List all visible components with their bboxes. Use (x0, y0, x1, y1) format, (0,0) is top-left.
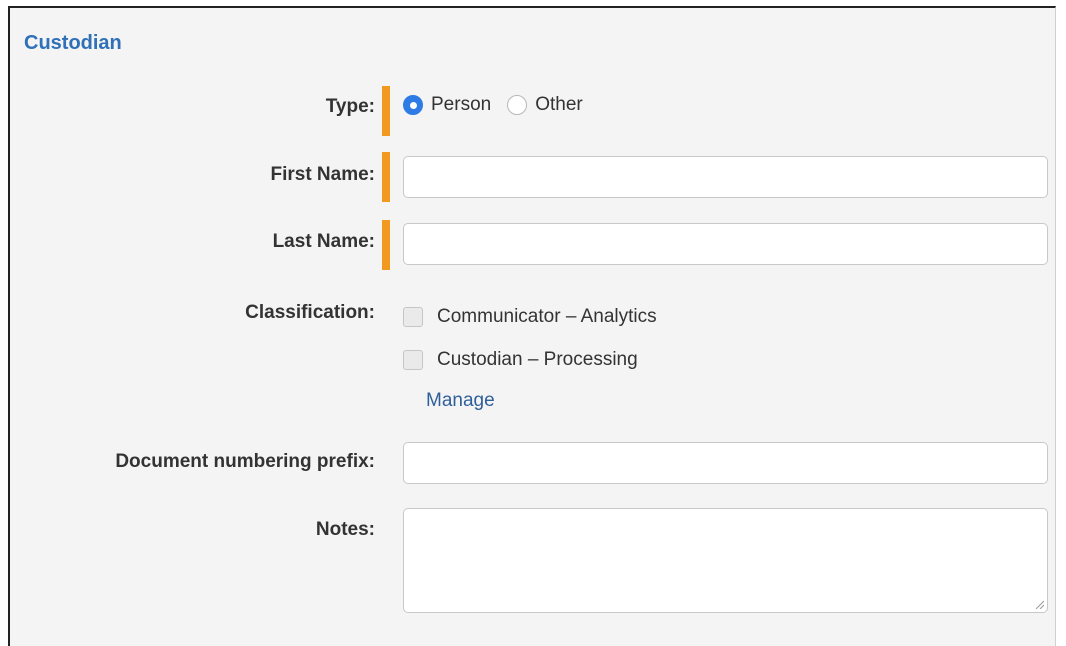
type-required-indicator (382, 86, 390, 136)
notes-label: Notes: (315, 519, 375, 540)
last-name-label: Last Name: (272, 231, 375, 252)
first-name-label: First Name: (270, 164, 375, 185)
notes-textarea[interactable] (403, 508, 1048, 613)
type-option-other[interactable]: Other (507, 94, 583, 116)
manage-link[interactable]: Manage (426, 390, 495, 412)
last-name-input[interactable] (403, 223, 1048, 265)
custodian-form-panel: Custodian Type: Person Other First Name:… (8, 6, 1056, 646)
section-title: Custodian (24, 32, 122, 54)
notes-field-wrapper (403, 508, 1048, 613)
classification-option-communicator[interactable]: Communicator – Analytics (403, 306, 657, 328)
type-radio-group: Person Other (403, 94, 599, 116)
first-name-required-indicator (382, 152, 390, 202)
other-radio-label: Other (535, 94, 583, 115)
custodian-processing-checkbox[interactable] (403, 350, 423, 370)
communicator-analytics-checkbox[interactable] (403, 307, 423, 327)
communicator-analytics-label: Communicator – Analytics (437, 306, 657, 327)
person-radio-label: Person (431, 94, 492, 115)
classification-label: Classification: (245, 302, 375, 323)
doc-prefix-input[interactable] (403, 442, 1048, 484)
type-label: Type: (325, 96, 375, 117)
first-name-input[interactable] (403, 156, 1048, 198)
resize-grip-icon[interactable] (1034, 599, 1044, 609)
custodian-processing-label: Custodian – Processing (437, 349, 638, 370)
person-radio[interactable] (403, 95, 423, 115)
classification-option-custodian[interactable]: Custodian – Processing (403, 349, 638, 371)
other-radio[interactable] (507, 95, 528, 115)
doc-prefix-label: Document numbering prefix: (115, 451, 375, 472)
last-name-required-indicator (382, 220, 390, 270)
type-option-person[interactable]: Person (403, 94, 491, 116)
